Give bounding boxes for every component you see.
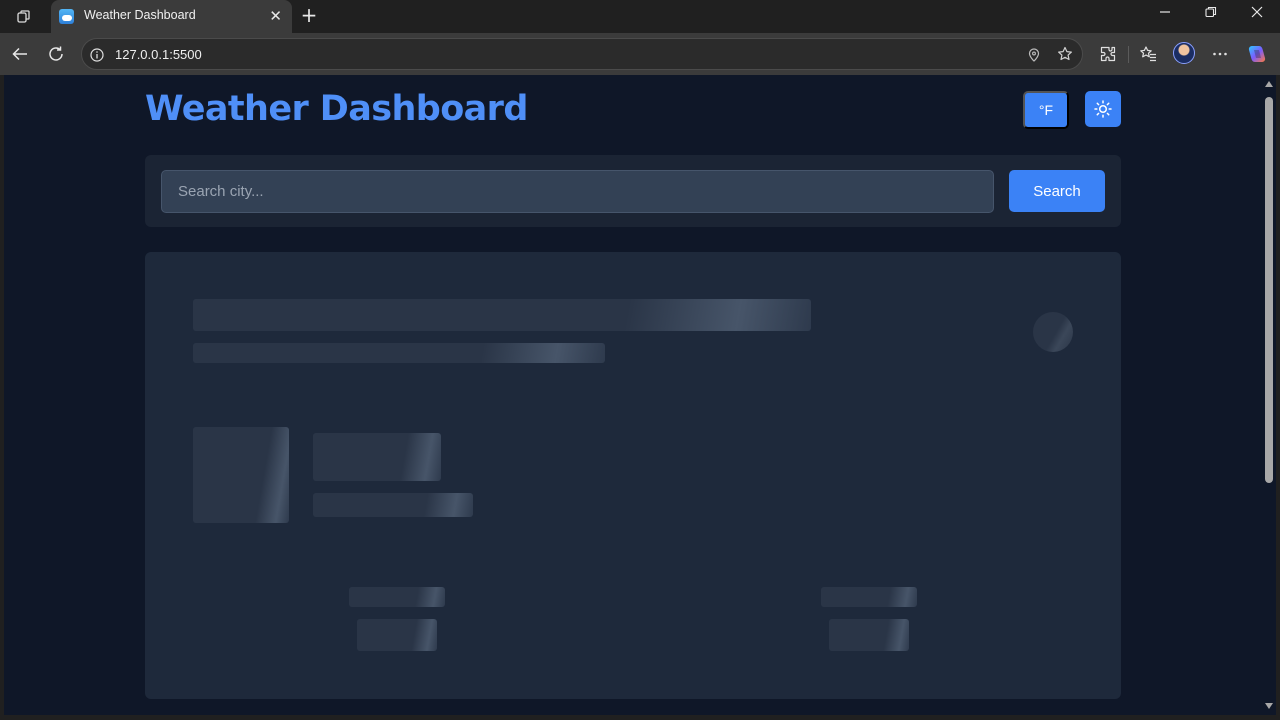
page-viewport: Weather Dashboard °F Search [4, 75, 1262, 715]
skeleton-stat-value-1 [357, 619, 437, 651]
skeleton-weather-icon [193, 427, 289, 523]
theme-toggle-button[interactable] [1085, 91, 1121, 127]
toolbar-divider [1128, 46, 1129, 63]
site-info-icon[interactable] [90, 47, 104, 66]
extensions-icon[interactable] [1097, 43, 1119, 65]
sun-icon [1094, 100, 1112, 118]
weather-card-loading [145, 252, 1121, 699]
skeleton-location-title [193, 299, 811, 331]
favorites-icon[interactable] [1137, 43, 1159, 65]
skeleton-condition [313, 493, 473, 517]
close-window-icon[interactable] [1245, 6, 1269, 28]
browser-toolbar: 127.0.0.1:5500 [0, 33, 1280, 75]
page-scrollbar[interactable] [1262, 75, 1276, 715]
location-icon[interactable] [1027, 47, 1041, 66]
skeleton-action-circle [1033, 312, 1073, 352]
skeleton-temperature [313, 433, 441, 481]
city-search-input[interactable] [161, 170, 994, 213]
weather-favicon-icon [59, 9, 74, 24]
workspaces-icon[interactable] [12, 6, 36, 28]
skeleton-stat-label-1 [349, 587, 445, 607]
search-button[interactable]: Search [1009, 170, 1105, 212]
skeleton-stat-label-2 [821, 587, 917, 607]
new-tab-icon[interactable]: + [299, 5, 319, 27]
copilot-icon[interactable] [1246, 43, 1268, 65]
tab-title: Weather Dashboard [84, 8, 196, 22]
restore-icon[interactable] [1199, 6, 1223, 28]
unit-toggle-button[interactable]: °F [1023, 91, 1069, 129]
close-tab-icon[interactable]: ✕ [269, 7, 282, 25]
skeleton-stat-value-2 [829, 619, 909, 651]
address-bar[interactable]: 127.0.0.1:5500 [81, 38, 1083, 70]
more-options-icon[interactable] [1209, 43, 1231, 65]
back-icon[interactable] [9, 43, 31, 65]
scroll-up-arrow-icon[interactable] [1265, 81, 1273, 87]
page-title: Weather Dashboard [145, 89, 528, 129]
scroll-down-arrow-icon[interactable] [1265, 703, 1273, 709]
browser-tab[interactable]: Weather Dashboard ✕ [51, 0, 292, 33]
search-panel: Search [145, 155, 1121, 227]
reload-icon[interactable] [45, 43, 67, 65]
minimize-icon[interactable] [1153, 6, 1177, 28]
browser-tab-bar: Weather Dashboard ✕ + [0, 0, 1280, 33]
profile-avatar[interactable] [1173, 42, 1195, 64]
url-text[interactable]: 127.0.0.1:5500 [115, 47, 202, 62]
favorite-star-icon[interactable] [1057, 46, 1073, 66]
skeleton-date-line [193, 343, 605, 363]
scroll-thumb[interactable] [1265, 97, 1273, 483]
